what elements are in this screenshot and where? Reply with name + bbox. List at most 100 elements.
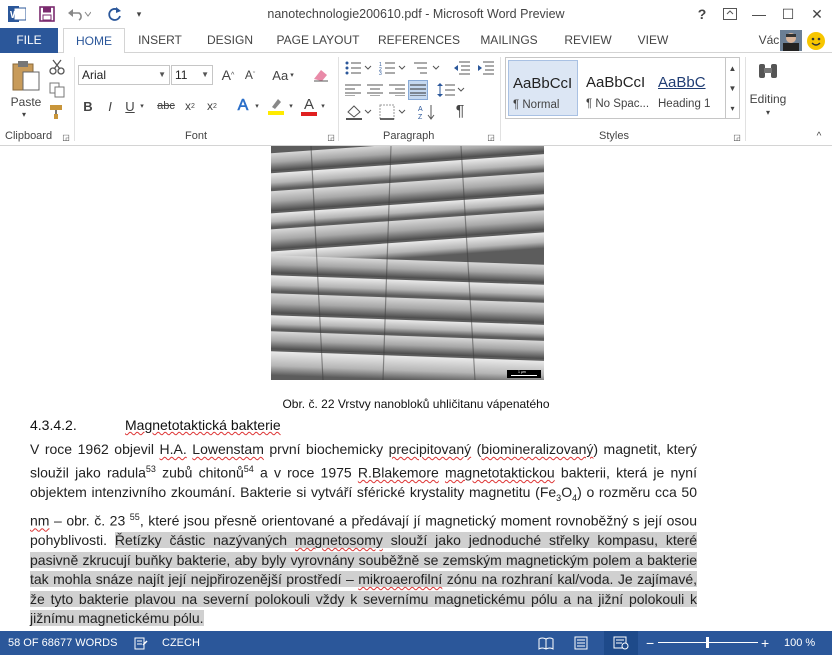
zoom-slider-thumb[interactable] xyxy=(706,637,709,648)
increase-indent-icon[interactable] xyxy=(476,59,496,77)
change-case-button[interactable]: Aa ▾ xyxy=(268,65,298,85)
text-run: a v roce 1975 xyxy=(253,464,358,481)
text-run: první biochemicky xyxy=(263,441,389,457)
align-center-icon[interactable] xyxy=(366,81,384,99)
copy-icon[interactable] xyxy=(48,81,66,99)
footnote-ref[interactable]: 53 xyxy=(146,464,156,474)
tab-references[interactable]: REFERENCES xyxy=(376,28,462,53)
font-color-dropdown-icon[interactable]: ▾ xyxy=(318,96,328,116)
close-button[interactable]: ✕ xyxy=(803,4,831,24)
highlight-color-icon[interactable] xyxy=(266,96,286,116)
tab-review[interactable]: REVIEW xyxy=(558,28,618,53)
multilevel-list-icon[interactable] xyxy=(412,59,442,77)
style-sample: AaBbCcI xyxy=(513,75,573,92)
text-run: H.A. xyxy=(159,441,187,457)
bullets-icon[interactable] xyxy=(344,59,374,77)
highlight-dropdown-icon[interactable]: ▾ xyxy=(286,96,296,116)
ribbon-separator xyxy=(74,57,75,141)
shrink-font-label: A xyxy=(244,68,253,82)
body-paragraph[interactable]: V roce 1962 objevil H.A. Lowenstam první… xyxy=(30,440,698,629)
text-run: R.Blakemore xyxy=(357,464,439,481)
subscript-button[interactable]: x2 xyxy=(182,96,198,116)
scroll-up-icon[interactable]: ▲ xyxy=(726,60,739,76)
tab-insert[interactable]: INSERT xyxy=(132,28,188,53)
print-layout-icon[interactable] xyxy=(574,631,592,655)
styles-more-icon[interactable]: ▾ xyxy=(726,100,739,116)
grow-font-button[interactable]: A ^ xyxy=(218,65,238,85)
bold-button[interactable]: B xyxy=(80,96,96,116)
text-run: V roce 1962 objevil xyxy=(30,441,160,457)
tab-view[interactable]: VIEW xyxy=(630,28,676,53)
tab-design[interactable]: DESIGN xyxy=(200,28,260,53)
tab-page-layout[interactable]: PAGE LAYOUT xyxy=(272,28,364,53)
ribbon-home: Paste ▾ Clipboard ◲ Arial ▼ 11 ▼ A ^ Aˇ Aa ▾… xyxy=(0,53,832,146)
clear-formatting-icon[interactable] xyxy=(311,65,331,85)
style-name: ¶ No Spac... xyxy=(586,98,650,110)
minimize-button[interactable]: — xyxy=(745,4,773,24)
footnote-ref[interactable]: 54 xyxy=(244,464,254,474)
text-effects-dropdown-icon[interactable]: ▾ xyxy=(252,96,262,116)
paste-button[interactable]: Paste xyxy=(6,94,46,110)
underline-dropdown-icon[interactable]: ▾ xyxy=(137,96,147,116)
align-right-icon[interactable] xyxy=(388,81,406,99)
collapse-ribbon-icon[interactable]: ^ xyxy=(812,130,826,142)
ribbon-display-options-icon[interactable] xyxy=(716,4,744,24)
language-indicator[interactable]: CZECH xyxy=(162,631,200,655)
tab-home[interactable]: HOME xyxy=(63,28,125,54)
decrease-indent-icon[interactable] xyxy=(452,59,472,77)
shrink-font-button[interactable]: Aˇ xyxy=(240,65,260,85)
editing-button[interactable]: Editing xyxy=(748,91,788,107)
superscript-button[interactable]: x2 xyxy=(204,96,220,116)
tab-file[interactable]: FILE xyxy=(0,28,58,53)
proofing-icon[interactable] xyxy=(134,631,150,655)
editing-dropdown-icon[interactable]: ▾ xyxy=(762,107,774,117)
borders-icon[interactable] xyxy=(378,103,408,121)
styles-launcher-icon[interactable]: ◲ xyxy=(732,132,742,142)
sort-icon[interactable]: AZ xyxy=(416,103,438,121)
help-button[interactable]: ? xyxy=(688,4,716,24)
font-size-select[interactable]: 11 ▼ xyxy=(171,65,213,85)
binoculars-icon[interactable] xyxy=(756,59,780,85)
paragraph-launcher-icon[interactable]: ◲ xyxy=(486,132,496,142)
paste-icon[interactable] xyxy=(8,59,44,93)
font-launcher-icon[interactable]: ◲ xyxy=(326,132,336,142)
shading-icon[interactable] xyxy=(344,103,374,121)
italic-button[interactable]: I xyxy=(102,96,118,116)
strikethrough-button[interactable]: abc xyxy=(155,96,177,116)
cut-icon[interactable] xyxy=(48,58,66,76)
style-no-spacing[interactable]: AaBbCcI ¶ No Spac... xyxy=(582,60,652,116)
text-effects-button[interactable]: A xyxy=(234,96,252,116)
format-painter-icon[interactable] xyxy=(48,103,66,121)
style-normal[interactable]: AaBbCcI ¶ Normal xyxy=(508,60,578,116)
scroll-down-icon[interactable]: ▼ xyxy=(726,80,739,96)
justify-icon[interactable] xyxy=(408,80,428,100)
zoom-out-button[interactable]: − xyxy=(646,631,654,655)
font-family-select[interactable]: Arial ▼ xyxy=(78,65,170,85)
font-group-label: Font xyxy=(185,130,208,142)
read-mode-icon[interactable] xyxy=(538,631,556,655)
paragraph-group-label: Paragraph xyxy=(383,130,435,142)
show-formatting-button[interactable]: ¶ xyxy=(450,103,470,121)
font-color-button[interactable]: A xyxy=(300,94,318,114)
tab-mailings[interactable]: MAILINGS xyxy=(474,28,544,53)
align-left-icon[interactable] xyxy=(344,81,362,99)
style-heading-1[interactable]: AaBbC Heading 1 xyxy=(654,60,722,116)
zoom-level[interactable]: 100 % xyxy=(784,631,815,655)
figure-scale-label: 1 µm xyxy=(518,370,526,374)
zoom-in-button[interactable]: + xyxy=(761,631,769,655)
word-count[interactable]: 58 OF 68677 WORDS xyxy=(8,631,117,655)
clipboard-launcher-icon[interactable]: ◲ xyxy=(61,132,71,142)
text-run: O xyxy=(561,483,573,500)
underline-button[interactable]: U xyxy=(122,96,138,116)
line-spacing-icon[interactable] xyxy=(436,81,466,99)
heading-title: Magnetotaktická bakterie xyxy=(125,417,281,433)
avatar[interactable] xyxy=(780,30,802,51)
numbering-icon[interactable]: 123 xyxy=(378,59,408,77)
maximize-button[interactable]: ☐ xyxy=(774,4,802,24)
paste-dropdown-icon[interactable]: ▾ xyxy=(18,109,30,119)
footnote-ref[interactable]: 55 xyxy=(130,512,140,522)
web-layout-icon[interactable] xyxy=(604,631,638,655)
smiley-feedback-icon[interactable] xyxy=(806,31,826,51)
text-run: precipitovaný xyxy=(388,441,472,457)
document-area[interactable]: 1 µm Obr. č. 22 Vrstvy nanobloků uhličit… xyxy=(0,146,832,631)
